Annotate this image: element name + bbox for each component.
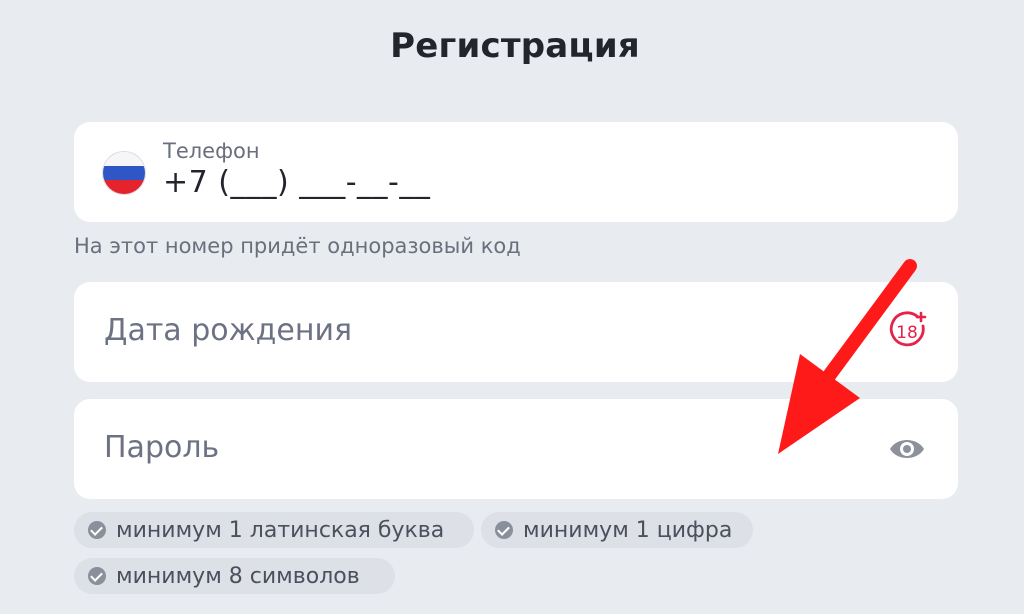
requirement-chip: минимум 1 латинская буква <box>74 512 474 548</box>
requirement-label: минимум 1 цифра <box>523 517 733 543</box>
phone-input[interactable]: +7 (___) ___-__-__ <box>163 165 430 200</box>
birth-date-input[interactable]: Дата рождения <box>104 313 352 348</box>
check-circle-icon <box>495 521 513 539</box>
requirement-chip: минимум 8 символов <box>74 558 395 594</box>
russia-flag-icon[interactable] <box>103 152 145 194</box>
requirement-label: минимум 8 символов <box>116 563 360 589</box>
password-input[interactable]: Пароль <box>104 430 219 465</box>
page-title: Регистрация <box>390 26 640 66</box>
phone-hint: На этот номер придёт одноразовый код <box>74 234 521 258</box>
check-circle-icon <box>88 521 106 539</box>
requirement-chip: минимум 1 цифра <box>481 512 753 548</box>
check-circle-icon <box>88 567 106 585</box>
registration-page: Регистрация Телефон +7 (___) ___-__-__ Н… <box>0 0 1024 614</box>
phone-field-label: Телефон <box>163 139 260 163</box>
requirement-label: минимум 1 латинская буква <box>116 517 445 543</box>
red-arrow-annotation <box>778 259 917 454</box>
